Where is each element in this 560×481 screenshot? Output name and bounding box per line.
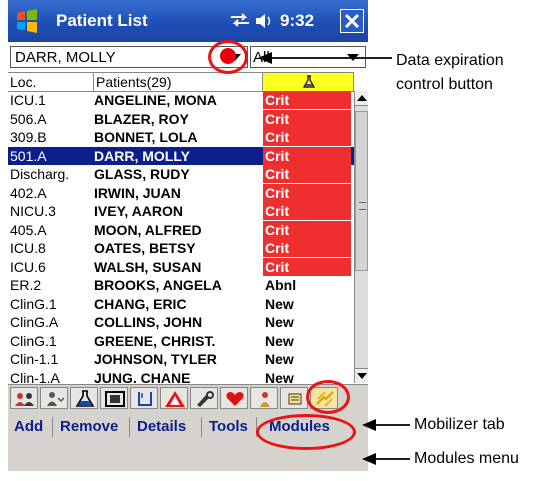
mobilizer-callout-label: Mobilizer tab [414,416,505,433]
modules-callout-label: Modules menu [414,450,519,467]
expiration-callout-label: Data expiration control button [396,52,504,93]
